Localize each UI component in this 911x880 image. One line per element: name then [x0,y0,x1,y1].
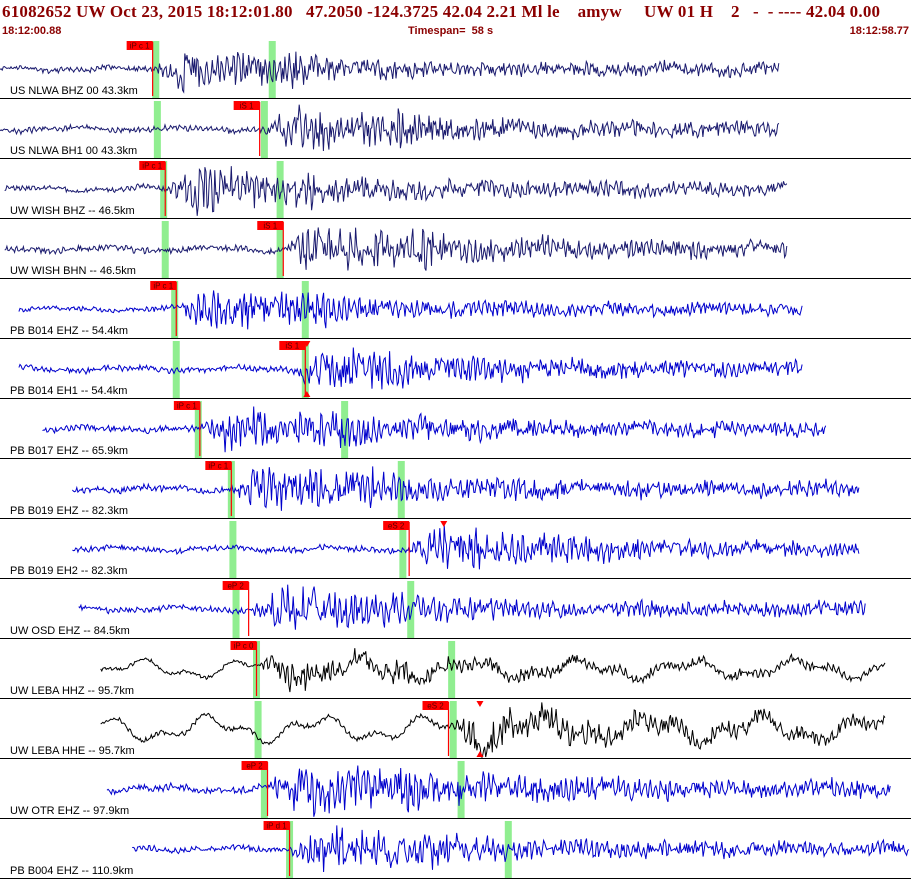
trace-row: iS 1 PB B014 EH1 -- 54.4km [0,341,911,399]
pick-label: eP 2 [246,762,263,771]
trace-row: iP c 1 UW WISH BHZ -- 46.5km [0,161,911,219]
event-title: 61082652 UW Oct 23, 2015 18:12:01.80 47.… [2,2,881,21]
trace-label: US NLWA BH1 00 43.3km [10,145,137,157]
waveform-line [72,466,860,511]
trace-label: PB B019 EH2 -- 82.3km [10,565,127,577]
timespan-label: Timespan= 58 s [408,25,494,37]
trace-row: eS 2 UW LEBA HHE -- 95.7km [0,701,911,759]
waveform-line [72,525,860,570]
pick-label: iP c 0 [234,642,254,651]
trace-label: UW OSD EHZ -- 84.5km [10,625,130,637]
pick-label: iP c 1 [177,402,197,411]
trace-label: US NLWA BHZ 00 43.3km [10,85,138,97]
trace-label: PB B014 EHZ -- 54.4km [10,325,128,337]
seismogram-panel[interactable]: iP c 1 US NLWA BHZ 00 43.3km iS 1 US NLWA B… [0,39,911,880]
trace-label: UW WISH BHZ -- 46.5km [10,205,135,217]
waveform-line [18,290,803,330]
trace-row: iS 1 US NLWA BH1 00 43.3km [0,101,911,159]
waveform-line [106,765,891,817]
pick-label: iP c 1 [130,42,150,51]
amplitude-marker [440,521,448,527]
pick-label: iS 1 [240,102,254,111]
pick-label: eS 2 [388,522,405,531]
trace-row: iS 1 UW WISH BHN -- 46.5km [0,221,911,279]
trace-label: UW LEBA HHZ -- 95.7km [10,685,134,697]
waveform-line [78,584,866,630]
trace-label: PB B017 EHZ -- 65.9km [10,445,128,457]
waveform-line [132,825,910,873]
trace-label: PB B019 EHZ -- 82.3km [10,505,128,517]
window-band [397,461,405,518]
trace-label: UW LEBA HHE -- 95.7km [10,745,135,757]
window-band [301,281,309,338]
trace-label: UW OTR EHZ -- 97.9km [10,805,129,817]
pick-label: iP c 1 [142,162,162,171]
window-band [504,821,512,878]
pick-label: iS 1 [263,222,277,231]
trace-row: iP d 1 PB B004 EHZ -- 110.9km [0,821,911,879]
start-time: 18:12:00.88 [2,25,62,37]
trace-row: eS 2 PB B019 EH2 -- 82.3km [0,521,911,579]
pick-label: eP 2 [227,582,244,591]
waveform-line [100,648,886,693]
end-time: 18:12:58.77 [849,25,909,37]
pick-label: iP d 1 [266,822,287,831]
header-bar: 61082652 UW Oct 23, 2015 18:12:01.80 47.… [0,0,911,38]
trace-label: UW WISH BHN -- 46.5km [10,265,136,277]
waveform-line [100,702,886,758]
window-band [229,521,237,578]
trace-row: iP c 1 PB B019 EHZ -- 82.3km [0,461,911,519]
trace-row: iP c 1 US NLWA BHZ 00 43.3km [0,41,911,99]
window-band [449,701,457,758]
amplitude-marker [476,701,484,707]
pick-label: eS 2 [427,702,444,711]
trace-row: eP 2 UW OSD EHZ -- 84.5km [0,581,911,639]
pick-label: iS 1 [285,342,299,351]
trace-row: iP c 0 UW LEBA HHZ -- 95.7km [0,641,911,699]
window-band [254,701,262,758]
waveform-line [18,347,803,390]
pick-label: iP c 1 [208,462,228,471]
trace-row: iP c 1 PB B014 EHZ -- 54.4km [0,281,911,339]
trace-row: iP c 1 PB B017 EHZ -- 65.9km [0,401,911,459]
pick-label: iP c 1 [153,282,173,291]
trace-row: eP 2 UW OTR EHZ -- 97.9km [0,761,911,819]
waveform-line [42,406,827,453]
trace-label: PB B004 EHZ -- 110.9km [10,865,133,877]
window-band [407,581,415,638]
trace-label: PB B014 EH1 -- 54.4km [10,385,127,397]
